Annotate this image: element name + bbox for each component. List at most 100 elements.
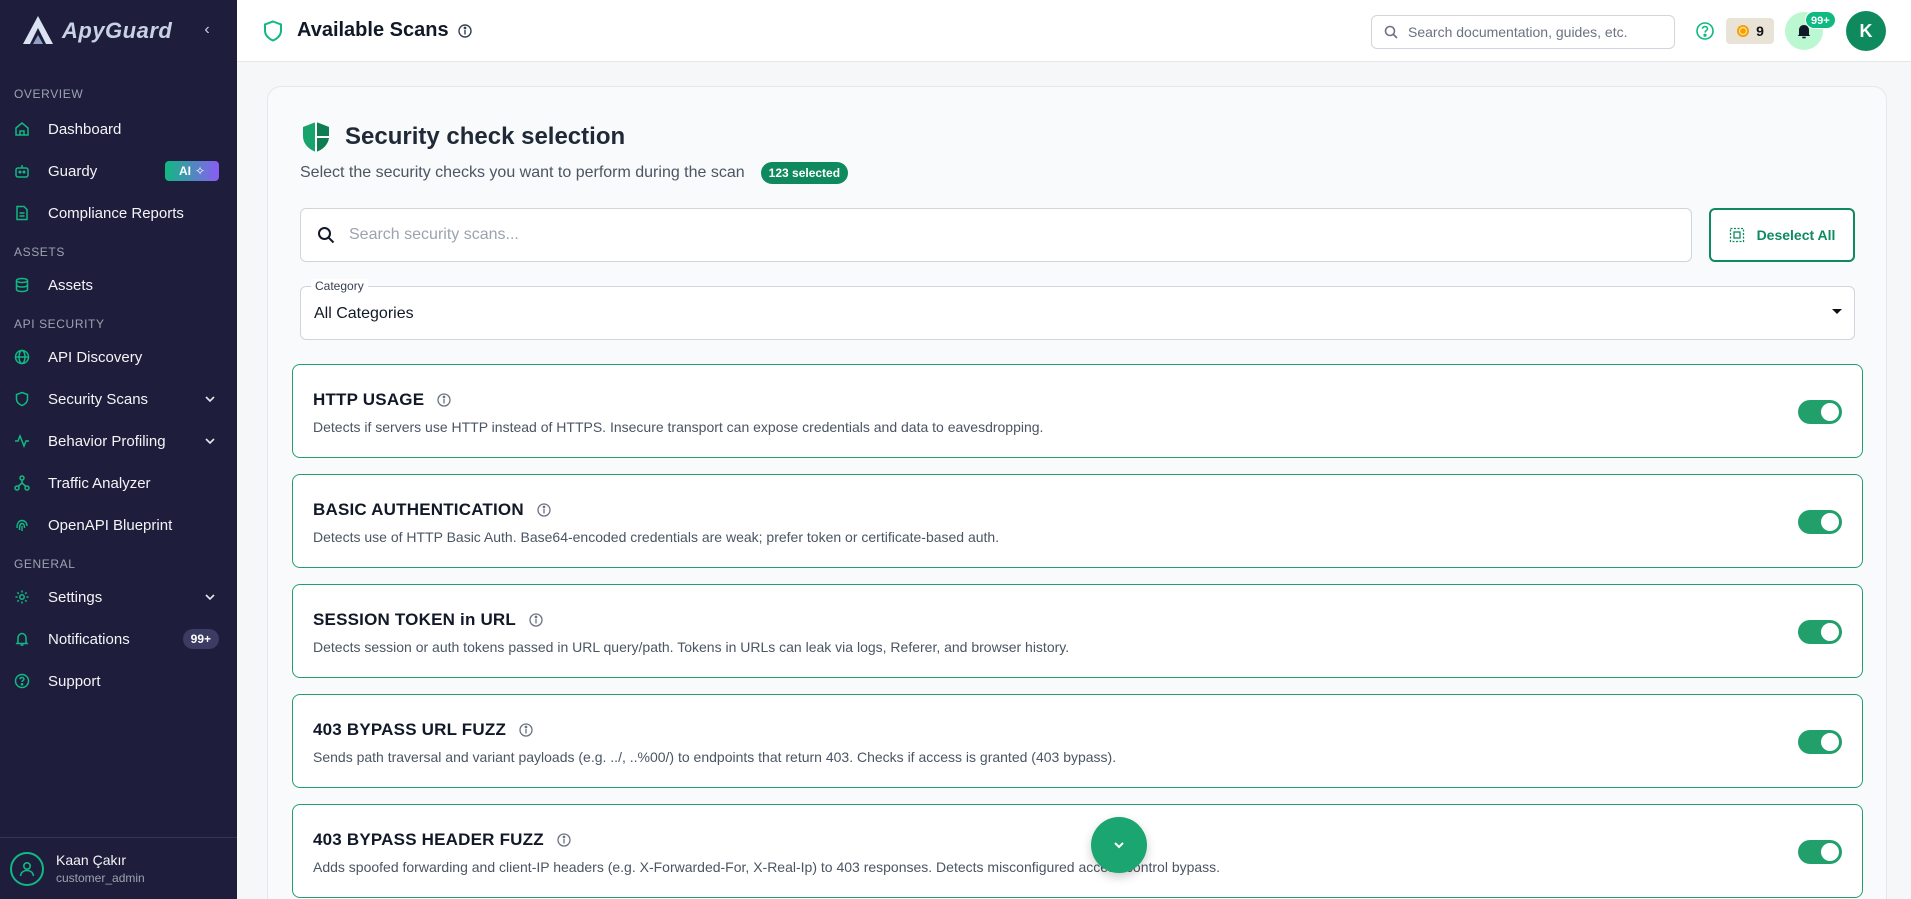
user-role: customer_admin <box>56 871 145 885</box>
scan-description: Sends path traversal and variant payload… <box>313 749 1117 765</box>
sidebar-item-api-discovery[interactable]: API Discovery <box>0 336 237 378</box>
search-icon <box>318 227 335 244</box>
sidebar-item-label: Dashboard <box>48 120 122 138</box>
scan-toggle[interactable] <box>1798 400 1842 424</box>
credits-count: 9 <box>1756 23 1764 39</box>
user-profile[interactable]: Kaan Çakır customer_admin <box>0 837 237 899</box>
sidebar-item-label: Support <box>48 672 101 690</box>
sidebar-item-label: Traffic Analyzer <box>48 474 151 492</box>
credits-indicator[interactable]: 9 <box>1726 18 1774 44</box>
deselect-all-button[interactable]: Deselect All <box>1709 208 1855 262</box>
robot-icon <box>15 165 29 178</box>
chevron-down-icon[interactable] <box>203 392 217 406</box>
sidebar-item-label: Settings <box>48 588 103 606</box>
scan-search-input[interactable] <box>349 226 1649 244</box>
info-icon[interactable] <box>536 502 552 518</box>
collapse-sidebar-icon[interactable]: ‹ <box>197 20 217 40</box>
info-icon[interactable] <box>457 23 473 39</box>
chevron-down-icon <box>1114 842 1124 849</box>
scan-toggle[interactable] <box>1798 840 1842 864</box>
section-general: GENERAL <box>14 557 76 571</box>
category-select[interactable]: Category All Categories <box>300 279 1855 340</box>
sidebar-item-behavior-profiling[interactable]: Behavior Profiling <box>0 420 237 462</box>
deselect-all-label: Deselect All <box>1756 227 1836 243</box>
scan-item[interactable]: BASIC AUTHENTICATION Detects use of HTTP… <box>292 474 1863 568</box>
sidebar-item-assets[interactable]: Assets <box>0 264 237 306</box>
sidebar-item-label: OpenAPI Blueprint <box>48 516 173 534</box>
scan-item[interactable]: SESSION TOKEN in URL Detects session or … <box>292 584 1863 678</box>
scan-toggle[interactable] <box>1798 510 1842 534</box>
sidebar-item-openapi-blueprint[interactable]: OpenAPI Blueprint <box>0 504 237 546</box>
user-avatar-icon <box>10 851 44 886</box>
chevron-down-icon[interactable] <box>203 434 217 448</box>
scroll-down-button[interactable] <box>1091 817 1147 873</box>
documentation-search[interactable] <box>1371 15 1675 49</box>
sidebar-item-support[interactable]: Support <box>0 660 237 702</box>
ai-badge: AI ✧ <box>165 161 219 181</box>
info-icon[interactable] <box>528 612 544 628</box>
sidebar-item-notifications[interactable]: Notifications 99+ <box>0 618 237 660</box>
documentation-search-input[interactable] <box>1408 24 1648 40</box>
sidebar-item-label: API Discovery <box>48 348 143 366</box>
scan-toggle[interactable] <box>1798 620 1842 644</box>
scan-item[interactable]: 403 BYPASS URL FUZZ Sends path traversal… <box>292 694 1863 788</box>
topbar: Available Scans 9 99+ K <box>237 0 1911 62</box>
scan-list: HTTP USAGE Detects if servers use HTTP i… <box>292 364 1863 899</box>
scan-item[interactable]: 403 BYPASS HEADER FUZZ Adds spoofed forw… <box>292 804 1863 898</box>
sidebar-item-label: Notifications <box>48 630 130 648</box>
user-avatar[interactable]: K <box>1846 11 1886 51</box>
help-icon[interactable] <box>1695 21 1715 41</box>
network-icon <box>14 475 30 491</box>
sidebar-item-security-scans[interactable]: Security Scans <box>0 378 237 420</box>
logo[interactable]: ApyGuard ‹ <box>0 0 237 62</box>
category-value: All Categories <box>314 305 414 322</box>
page-title: Available Scans <box>297 19 449 41</box>
info-icon[interactable] <box>556 832 572 848</box>
selected-count-badge: 123 selected <box>760 162 849 184</box>
notification-count-badge: 99+ <box>182 629 219 649</box>
scan-title: 403 BYPASS HEADER FUZZ <box>313 830 544 849</box>
sidebar-item-traffic-analyzer[interactable]: Traffic Analyzer <box>0 462 237 504</box>
sidebar-item-label: Assets <box>48 276 94 294</box>
notification-badge: 99+ <box>1805 11 1836 29</box>
scan-title: BASIC AUTHENTICATION <box>313 500 524 519</box>
scan-toggle[interactable] <box>1798 730 1842 754</box>
card-title: Security check selection <box>345 123 626 150</box>
sidebar-item-dashboard[interactable]: Dashboard <box>0 108 237 150</box>
scan-description: Detects session or auth tokens passed in… <box>313 639 1070 655</box>
shield-icon <box>264 19 282 42</box>
user-name: Kaan Çakır <box>56 852 127 868</box>
help-icon <box>14 673 30 689</box>
gear-icon <box>15 590 29 604</box>
sidebar-item-settings[interactable]: Settings <box>0 576 237 618</box>
info-icon[interactable] <box>436 392 452 408</box>
scan-description: Detects if servers use HTTP instead of H… <box>313 419 1044 435</box>
caret-down-icon <box>1832 309 1842 314</box>
search-icon <box>1384 25 1398 39</box>
sidebar-item-guardy[interactable]: Guardy AI ✧ <box>0 150 237 192</box>
activity-icon <box>15 433 29 449</box>
document-icon <box>16 205 28 221</box>
database-icon <box>15 277 29 293</box>
scan-search[interactable] <box>300 208 1692 262</box>
scan-item[interactable]: HTTP USAGE Detects if servers use HTTP i… <box>292 364 1863 458</box>
chevron-down-icon[interactable] <box>203 590 217 604</box>
scan-title: HTTP USAGE <box>313 390 425 409</box>
coin-icon <box>1737 25 1750 37</box>
logo-icon <box>23 16 53 44</box>
card-subtitle: Select the security checks you want to p… <box>300 164 745 181</box>
section-overview: OVERVIEW <box>14 87 84 101</box>
logo-text: ApyGuard <box>62 18 173 43</box>
section-api-security: API SECURITY <box>14 317 105 331</box>
sidebar-item-label: Behavior Profiling <box>48 432 166 450</box>
sidebar-item-label: Security Scans <box>48 390 149 408</box>
info-icon[interactable] <box>518 722 534 738</box>
bell-icon <box>15 632 29 646</box>
sidebar-item-label: Guardy <box>48 162 98 180</box>
sparkle-icon: ✧ <box>194 164 206 178</box>
deselect-icon <box>1729 227 1744 243</box>
scan-title: 403 BYPASS URL FUZZ <box>313 720 507 739</box>
sidebar-item-label: Compliance Reports <box>48 204 184 222</box>
sidebar-item-compliance-reports[interactable]: Compliance Reports <box>0 192 237 234</box>
home-icon <box>15 122 29 136</box>
